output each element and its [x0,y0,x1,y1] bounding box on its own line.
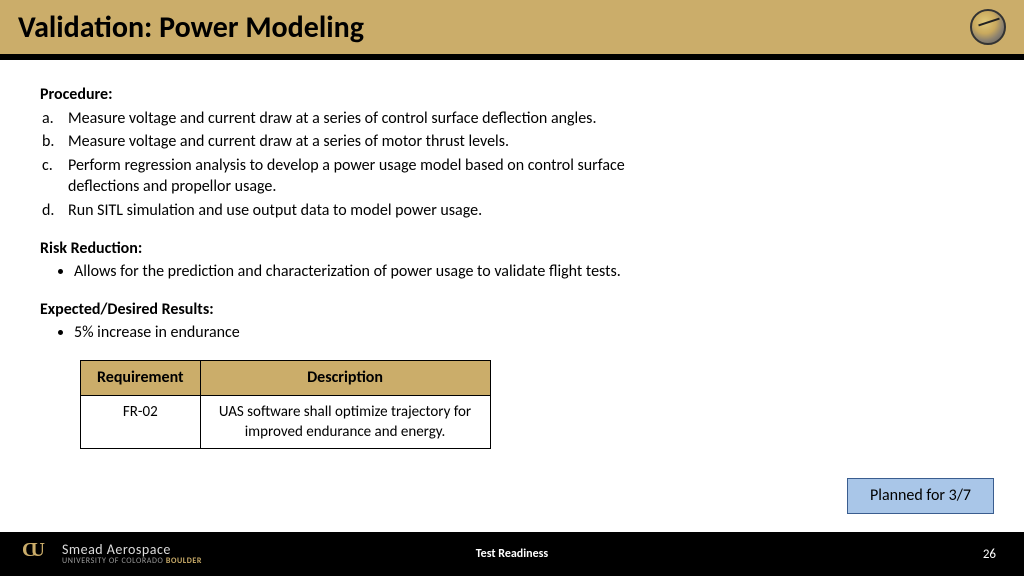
slide: Validation: Power Modeling Procedure: a.… [0,0,1024,576]
list-marker: c. [42,155,53,177]
table-header-description: Description [200,360,490,395]
table-header-requirement: Requirement [81,360,201,395]
procedure-item: b.Measure voltage and current draw at a … [62,131,640,153]
page-number: 26 [983,547,996,562]
footer-org-line2a: UNIVERSITY OF COLORADO [62,556,166,566]
procedure-text: Measure voltage and current draw at a se… [68,132,509,151]
expected-item: 5% increase in endurance [74,322,640,344]
cu-logo-text: CU [22,539,39,561]
planned-badge: Planned for 3/7 [847,478,994,514]
risk-heading: Risk Reduction: [40,238,984,260]
table-row: FR-02 UAS software shall optimize trajec… [81,395,491,449]
table-header-row: Requirement Description [81,360,491,395]
procedure-text: Measure voltage and current draw at a se… [68,109,596,128]
procedure-heading: Procedure: [40,84,984,106]
footer-left: CU Smead Aerospace UNIVERSITY OF COLORAD… [22,539,202,569]
list-marker: d. [42,200,54,222]
table-cell-requirement: FR-02 [81,395,201,449]
procedure-text: Perform regression analysis to develop a… [68,156,625,197]
list-marker: b. [42,131,54,153]
title-bar: Validation: Power Modeling [0,0,1024,54]
expected-heading: Expected/Desired Results: [40,299,984,321]
risk-item: Allows for the prediction and characteri… [74,261,640,283]
requirements-table: Requirement Description FR-02 UAS softwa… [80,360,491,449]
procedure-item: d.Run SITL simulation and use output dat… [62,200,640,222]
footer-center-label: Test Readiness [476,547,548,561]
list-marker: a. [42,108,54,130]
procedure-item: a.Measure voltage and current draw at a … [62,108,640,130]
risk-list: Allows for the prediction and characteri… [40,261,640,283]
procedure-item: c.Perform regression analysis to develop… [62,155,640,198]
footer-bar: CU Smead Aerospace UNIVERSITY OF COLORAD… [0,532,1024,576]
cu-logo-icon: CU [22,539,52,569]
procedure-text: Run SITL simulation and use output data … [68,201,482,220]
expected-list: 5% increase in endurance [40,322,640,344]
project-logo-icon [970,9,1006,45]
footer-org-line2: UNIVERSITY OF COLORADO BOULDER [62,557,202,565]
table-cell-description: UAS software shall optimize trajectory f… [200,395,490,449]
footer-org-line2b: BOULDER [166,556,202,566]
footer-org: Smead Aerospace UNIVERSITY OF COLORADO B… [62,543,202,565]
content-area: Procedure: a. Measure voltage and current… [0,60,1024,532]
footer-org-line1: Smead Aerospace [62,543,202,557]
procedure-list: a. Measure voltage and current draw at a … [40,108,640,222]
slide-title: Validation: Power Modeling [18,9,364,46]
